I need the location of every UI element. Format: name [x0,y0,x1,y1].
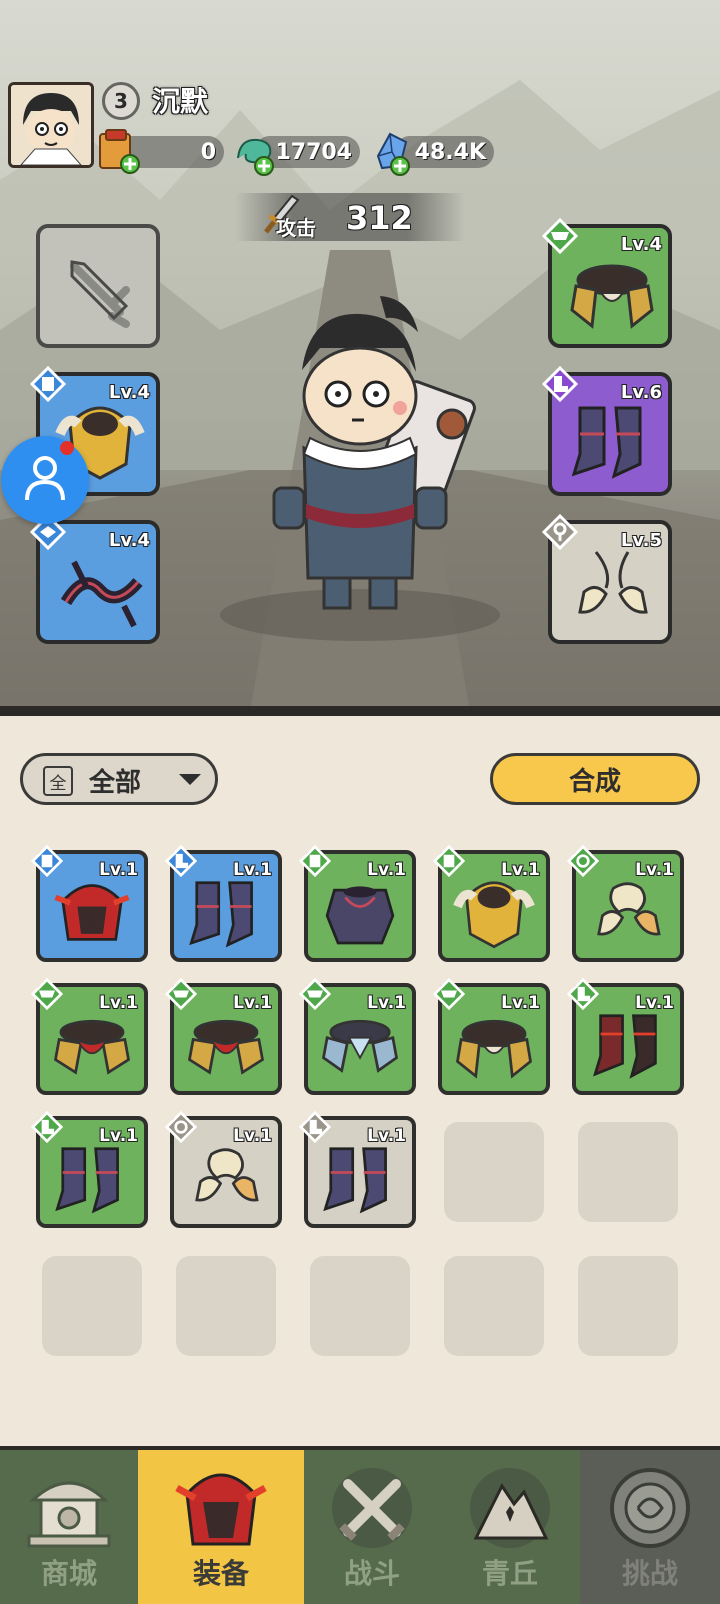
empty-inventory-slot[interactable] [444,1256,544,1356]
equipment-icon [175,1473,267,1546]
nav-label-battle: 战斗 [343,1557,400,1590]
attack-value: 312 [346,199,413,237]
empty-inventory-slot[interactable] [578,1122,678,1222]
sword-outline-icon [70,260,130,328]
hero-character[interactable] [240,288,480,628]
inventory-item[interactable]: Lv.1 [165,978,282,1095]
player-level-badge: 3 [102,82,140,120]
player-avatar[interactable] [8,82,94,168]
item-level: Lv.1 [367,1126,406,1146]
nav-tab-qingqiu[interactable]: 青丘 [440,1450,580,1604]
empty-inventory-slot[interactable] [310,1256,410,1356]
inventory-item[interactable]: Lv.1 [31,978,148,1095]
gold-helmet-icon [453,881,535,949]
item-level: Lv.1 [99,993,138,1013]
bottom-nav: 商城 装备 战斗 青丘 挑战 [0,1446,720,1604]
mountain-icon [470,1468,550,1548]
charm-slot[interactable]: Lv.5 [542,514,672,644]
belt-level: Lv.4 [108,530,150,551]
gold-shoulder-icon [570,264,654,329]
nav-tab-shop[interactable]: 商城 [0,1450,138,1604]
nav-label-challenge: 挑战 [621,1557,678,1590]
scroll-count: 0 [200,139,216,165]
nav-label-equipment: 装备 [192,1557,249,1590]
inventory-item[interactable]: Lv.1 [299,845,416,962]
red-boots-icon [593,1014,657,1079]
boots-level: Lv.6 [620,382,662,403]
shoulder-slot[interactable]: Lv.4 [542,218,672,348]
bone-charm-icon [597,882,661,936]
ice-shoulder-icon [321,1019,399,1073]
weapon-slot[interactable] [36,224,160,348]
assistant-float-button[interactable] [1,436,89,524]
gold-shoulder-icon [455,1019,533,1079]
inventory-item[interactable]: Lv.1 [567,845,684,962]
inventory-item[interactable]: Lv.1 [165,845,282,962]
item-level: Lv.1 [233,860,272,880]
jade-count: 17704 [275,139,352,165]
nav-tab-challenge[interactable]: 挑战 [580,1450,720,1604]
inventory-item[interactable]: Lv.1 [165,1111,282,1228]
scroll-bundle-icon [99,129,140,174]
inventory-item[interactable]: Lv.1 [31,845,148,962]
helmet-level: Lv.4 [108,382,150,403]
attack-label: 攻击 [276,216,316,240]
inventory-item[interactable]: Lv.1 [31,1111,148,1228]
empty-inventory-slot[interactable] [578,1256,678,1356]
item-level: Lv.1 [99,860,138,880]
red-shoulder-icon [53,1019,131,1075]
battle-icon [332,1468,412,1548]
jade-dragon-icon [237,138,274,176]
item-level: Lv.1 [501,993,540,1013]
purple-boots-icon [55,1147,119,1214]
dark-armor-icon [325,886,395,945]
item-level: Lv.1 [367,993,406,1013]
dropdown-arrow-icon [179,774,201,785]
inventory-item[interactable]: Lv.1 [299,978,416,1095]
shoulder-level: Lv.4 [620,234,662,255]
item-level: Lv.1 [501,860,540,880]
item-level: Lv.1 [233,1126,272,1146]
item-level: Lv.1 [635,993,674,1013]
inventory-item[interactable]: Lv.1 [299,1111,416,1228]
player-portrait-icon [11,85,91,165]
notification-dot [60,441,74,455]
empty-inventory-slot[interactable] [176,1256,276,1356]
inventory-item[interactable]: Lv.1 [433,978,550,1095]
crystal-count: 48.4K [414,139,486,165]
purple-boots-icon [323,1147,387,1214]
player-name: 沉默 [152,85,209,118]
nav-label-shop: 商城 [40,1557,97,1590]
purple-boots-icon [571,406,642,479]
dark-belt-icon [60,560,143,628]
red-shoulder-icon [187,1019,265,1075]
inventory-item[interactable]: Lv.1 [567,978,684,1095]
item-level: Lv.1 [233,993,272,1013]
shop-icon [27,1481,111,1548]
user-icon [25,456,65,501]
purple-boots-icon [189,881,253,948]
boots-slot[interactable]: Lv.6 [542,366,672,496]
nav-tab-battle[interactable]: 战斗 [304,1450,440,1604]
nav-tab-equipment[interactable]: 装备 [138,1450,304,1604]
item-level: Lv.1 [367,860,406,880]
inventory-item[interactable]: Lv.1 [433,845,550,962]
red-helmet-icon [54,884,130,941]
synthesize-button[interactable]: 合成 [490,753,700,805]
bone-charm-icon [578,551,648,614]
belt-slot[interactable]: Lv.4 [30,514,160,644]
empty-inventory-slot[interactable] [444,1122,544,1222]
item-level: Lv.1 [99,1126,138,1146]
nav-label-qingqiu: 青丘 [481,1557,538,1590]
crystal-icon [376,132,410,176]
empty-inventory-slot[interactable] [42,1256,142,1356]
charm-level: Lv.5 [620,530,662,551]
bone-charm-icon [195,1148,259,1202]
filter-all-icon: 全 [43,766,73,796]
filter-label: 全部 [89,768,142,798]
challenge-icon [610,1468,690,1548]
filter-dropdown[interactable]: 全 全部 [20,753,218,805]
item-level: Lv.1 [635,860,674,880]
